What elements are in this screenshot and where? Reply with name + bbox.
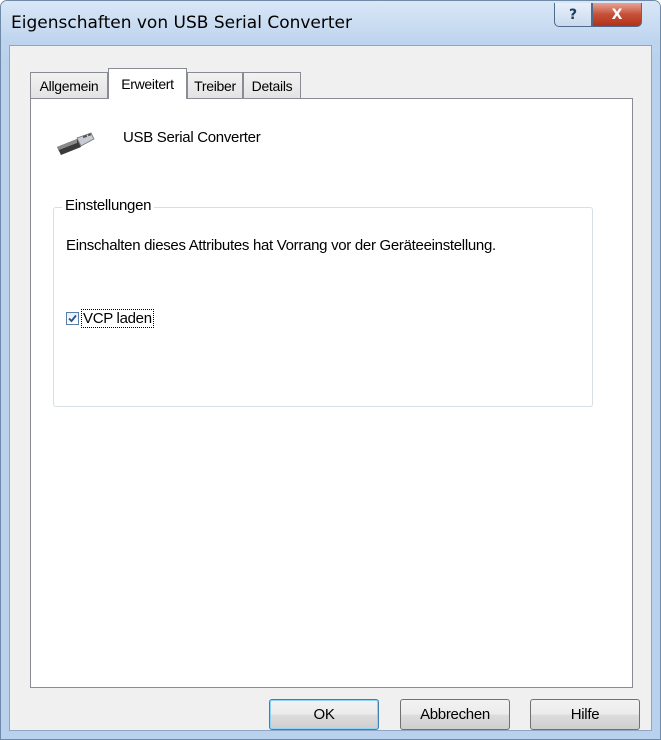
cancel-button[interactable]: Abbrechen	[400, 699, 510, 730]
tab-panel-erweitert: USB Serial Converter Einstellungen Einsc…	[30, 98, 633, 688]
tab-erweitert[interactable]: Erweitert	[108, 68, 187, 99]
help-button[interactable]: ?	[554, 3, 592, 27]
help-icon: ?	[568, 6, 578, 23]
dialog-client-area: Allgemein Erweitert Treiber Details USB …	[9, 45, 652, 731]
settings-groupbox: Einstellungen Einschalten dieses Attribu…	[53, 197, 593, 407]
vcp-checkbox-label[interactable]: VCP laden	[81, 309, 154, 328]
window-title: Eigenschaften von USB Serial Converter	[11, 13, 352, 33]
device-name: USB Serial Converter	[123, 129, 261, 146]
ok-button[interactable]: OK	[269, 699, 379, 730]
groupbox-title: Einstellungen	[62, 197, 155, 214]
tab-details[interactable]: Details	[243, 72, 301, 98]
vcp-checkbox-row[interactable]: VCP laden	[66, 309, 154, 328]
close-button[interactable]: X	[592, 3, 642, 27]
check-mark-icon	[68, 314, 77, 323]
tab-allgemein[interactable]: Allgemein	[30, 72, 108, 98]
properties-window: Eigenschaften von USB Serial Converter ?…	[0, 0, 661, 740]
help-dialog-button[interactable]: Hilfe	[530, 699, 640, 730]
settings-description: Einschalten dieses Attributes hat Vorran…	[66, 237, 496, 254]
usb-plug-icon	[53, 117, 103, 161]
close-icon: X	[611, 6, 623, 23]
title-bar[interactable]: Eigenschaften von USB Serial Converter ?…	[1, 1, 660, 45]
tab-treiber[interactable]: Treiber	[187, 72, 243, 98]
vcp-checkbox[interactable]	[66, 312, 79, 325]
